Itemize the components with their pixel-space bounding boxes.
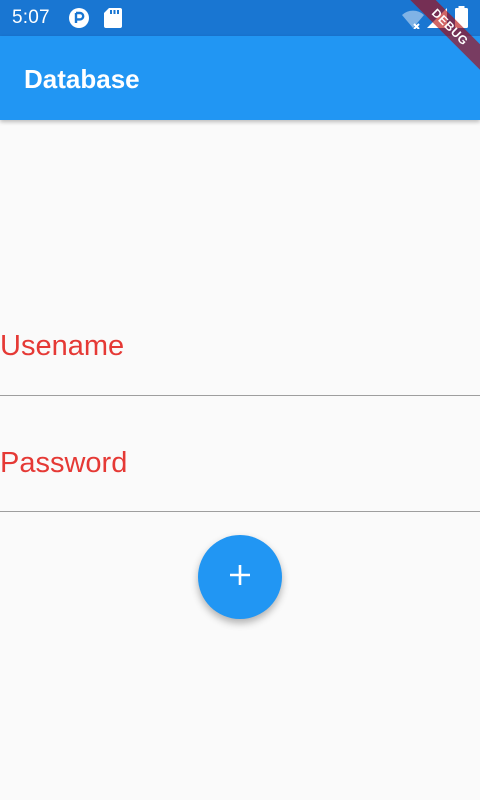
add-icon [227,562,253,593]
pocket-casts-icon [68,7,90,34]
status-bar: 5:07 [0,0,480,36]
sd-card-icon [104,8,122,33]
add-button[interactable] [198,535,282,619]
username-field[interactable]: Usename [0,320,480,397]
username-underline [0,395,480,396]
app-bar: Database [0,36,480,120]
wifi-off-icon [401,9,425,34]
password-field[interactable]: Password [0,437,480,514]
signal-icon [427,8,447,33]
password-label: Password [0,447,128,479]
battery-icon [455,6,468,33]
app-title: Database [24,64,140,94]
username-label: Usename [0,330,125,362]
password-underline [0,511,480,512]
status-time: 5:07 [12,7,50,28]
